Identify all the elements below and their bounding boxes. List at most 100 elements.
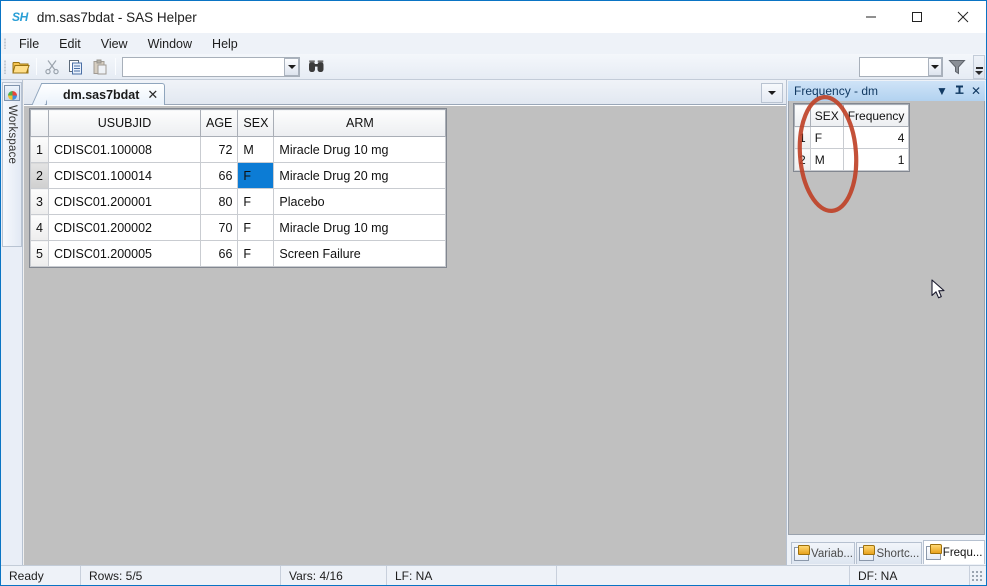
table-row[interactable]: 5 CDISC01.200005 66 F Screen Failure: [30, 240, 447, 267]
toolbar-overflow-button[interactable]: [973, 54, 985, 79]
frequency-cell-sex[interactable]: F: [809, 126, 844, 149]
tab-variables[interactable]: Variab...: [791, 542, 856, 564]
cell-arm[interactable]: Placebo: [273, 188, 447, 215]
menu-item-help[interactable]: Help: [203, 34, 247, 54]
cell-sex[interactable]: F: [237, 188, 275, 215]
column-header-sex[interactable]: SEX: [237, 109, 275, 137]
cell-arm[interactable]: Screen Failure: [273, 240, 447, 267]
row-header[interactable]: 5: [30, 240, 49, 267]
cell-sex[interactable]: F: [237, 214, 275, 241]
tab-frequency[interactable]: Frequ...: [922, 540, 985, 564]
open-file-button[interactable]: [9, 56, 33, 78]
frequency-cell-count[interactable]: 1: [842, 148, 910, 171]
filter-button[interactable]: [943, 56, 971, 78]
status-spacer: [557, 565, 850, 585]
row-header[interactable]: 4: [30, 214, 49, 241]
search-dropdown-arrow-icon[interactable]: [284, 57, 299, 76]
grid-corner-header[interactable]: [30, 109, 49, 137]
menu-item-edit[interactable]: Edit: [50, 34, 90, 54]
table-row[interactable]: 3 CDISC01.200001 80 F Placebo: [30, 188, 447, 215]
tab-close-icon[interactable]: ✕: [147, 88, 158, 101]
frequency-panel-buttons: ▼ ✕: [936, 85, 981, 98]
status-ready: Ready: [1, 565, 81, 585]
row-header[interactable]: 1: [30, 136, 49, 163]
application-window: SH dm.sas7bdat - SAS Helper File Edit Vi…: [0, 0, 987, 586]
cell-age[interactable]: 66: [199, 162, 239, 189]
frequency-table-container: SEX Frequency 1 F 4 2 M 1: [793, 103, 911, 172]
find-button[interactable]: [304, 56, 328, 78]
panel-pin-icon[interactable]: [955, 85, 964, 98]
copy-button[interactable]: [64, 56, 88, 78]
cell-age[interactable]: 70: [199, 214, 239, 241]
column-header-age[interactable]: AGE: [199, 109, 239, 137]
resize-grip-icon[interactable]: [970, 568, 984, 583]
search-combobox[interactable]: [122, 56, 300, 77]
tab-shortcuts[interactable]: Shortc...: [856, 542, 922, 564]
menu-bar: File Edit View Window Help: [1, 33, 986, 54]
frequency-header-row: SEX Frequency: [794, 104, 910, 127]
cell-usubjid[interactable]: CDISC01.200002: [48, 214, 201, 241]
app-logo-icon: SH: [12, 10, 28, 24]
filter-dropdown-arrow-icon[interactable]: [928, 57, 942, 76]
cut-button[interactable]: [40, 56, 64, 78]
menu-item-file[interactable]: File: [10, 34, 48, 54]
toolbar-separator: [36, 58, 37, 75]
minimize-button[interactable]: [848, 1, 894, 33]
frequency-corner-header[interactable]: [794, 104, 811, 127]
table-row[interactable]: 1 CDISC01.100008 72 M Miracle Drug 10 mg: [30, 136, 447, 163]
table-row[interactable]: 2 CDISC01.100014 66 F Miracle Drug 20 mg: [30, 162, 447, 189]
frequency-row[interactable]: 2 M 1: [794, 148, 910, 171]
frequency-row[interactable]: 1 F 4: [794, 126, 910, 149]
tab-label: Frequ...: [942, 546, 983, 559]
status-df: DF: NA: [850, 565, 970, 585]
panel-menu-chevron-down-icon[interactable]: ▼: [936, 85, 948, 97]
frequency-cell-sex[interactable]: M: [809, 148, 844, 171]
row-header[interactable]: 2: [30, 162, 49, 189]
panel-tab-bar: Variab... Shortc... Frequ...: [788, 536, 985, 564]
cell-age[interactable]: 66: [199, 240, 239, 267]
cell-sex[interactable]: M: [237, 136, 275, 163]
cell-age[interactable]: 72: [199, 136, 239, 163]
tab-dm-sas7bdat[interactable]: dm.sas7bdat ✕: [46, 83, 166, 105]
status-bar: Ready Rows: 5/5 Vars: 4/16 LF: NA DF: NA: [1, 565, 986, 585]
frequency-cell-count[interactable]: 4: [842, 126, 910, 149]
workspace-label: Workspace: [6, 105, 18, 165]
cell-age[interactable]: 80: [199, 188, 239, 215]
paste-button[interactable]: [88, 56, 112, 78]
frequency-row-header[interactable]: 2: [794, 148, 811, 171]
sidebar-item-workspace[interactable]: Workspace: [2, 82, 22, 247]
frequency-row-header[interactable]: 1: [794, 126, 811, 149]
cell-usubjid[interactable]: CDISC01.200005: [48, 240, 201, 267]
frequency-panel-title-bar: Frequency - dm ▼ ✕: [788, 81, 985, 101]
column-header-usubjid[interactable]: USUBJID: [48, 109, 201, 137]
workspace-area: USUBJID AGE SEX ARM 1 CDISC01.100008 72 …: [24, 105, 786, 565]
window-controls: [848, 1, 986, 33]
close-button[interactable]: [940, 1, 986, 33]
cell-sex[interactable]: F: [237, 240, 275, 267]
filter-input[interactable]: [860, 58, 929, 75]
cell-arm[interactable]: Miracle Drug 20 mg: [273, 162, 447, 189]
search-input[interactable]: [123, 58, 285, 75]
cell-usubjid[interactable]: CDISC01.100014: [48, 162, 201, 189]
tab-label: Variab...: [811, 547, 853, 560]
filter-combobox[interactable]: [859, 56, 943, 77]
table-row[interactable]: 4 CDISC01.200002 70 F Miracle Drug 10 mg: [30, 214, 447, 241]
cell-arm[interactable]: Miracle Drug 10 mg: [273, 214, 447, 241]
frequency-table: SEX Frequency 1 F 4 2 M 1: [794, 104, 910, 171]
variables-tab-icon: [794, 544, 810, 561]
frequency-column-header-frequency[interactable]: Frequency: [842, 104, 910, 127]
frequency-column-header-sex[interactable]: SEX: [809, 104, 844, 127]
cell-usubjid[interactable]: CDISC01.200001: [48, 188, 201, 215]
column-header-arm[interactable]: ARM: [273, 109, 447, 137]
cell-usubjid[interactable]: CDISC01.100008: [48, 136, 201, 163]
cell-arm[interactable]: Miracle Drug 10 mg: [273, 136, 447, 163]
document-tab-strip: dm.sas7bdat ✕: [24, 80, 786, 105]
menu-item-view[interactable]: View: [92, 34, 137, 54]
maximize-button[interactable]: [894, 1, 940, 33]
frequency-panel-title: Frequency - dm: [794, 84, 879, 98]
menu-item-window[interactable]: Window: [139, 34, 201, 54]
cell-sex-selected[interactable]: F: [237, 162, 275, 189]
panel-close-icon[interactable]: ✕: [971, 85, 981, 97]
row-header[interactable]: 3: [30, 188, 49, 215]
tab-list-dropdown-button[interactable]: [761, 83, 783, 103]
